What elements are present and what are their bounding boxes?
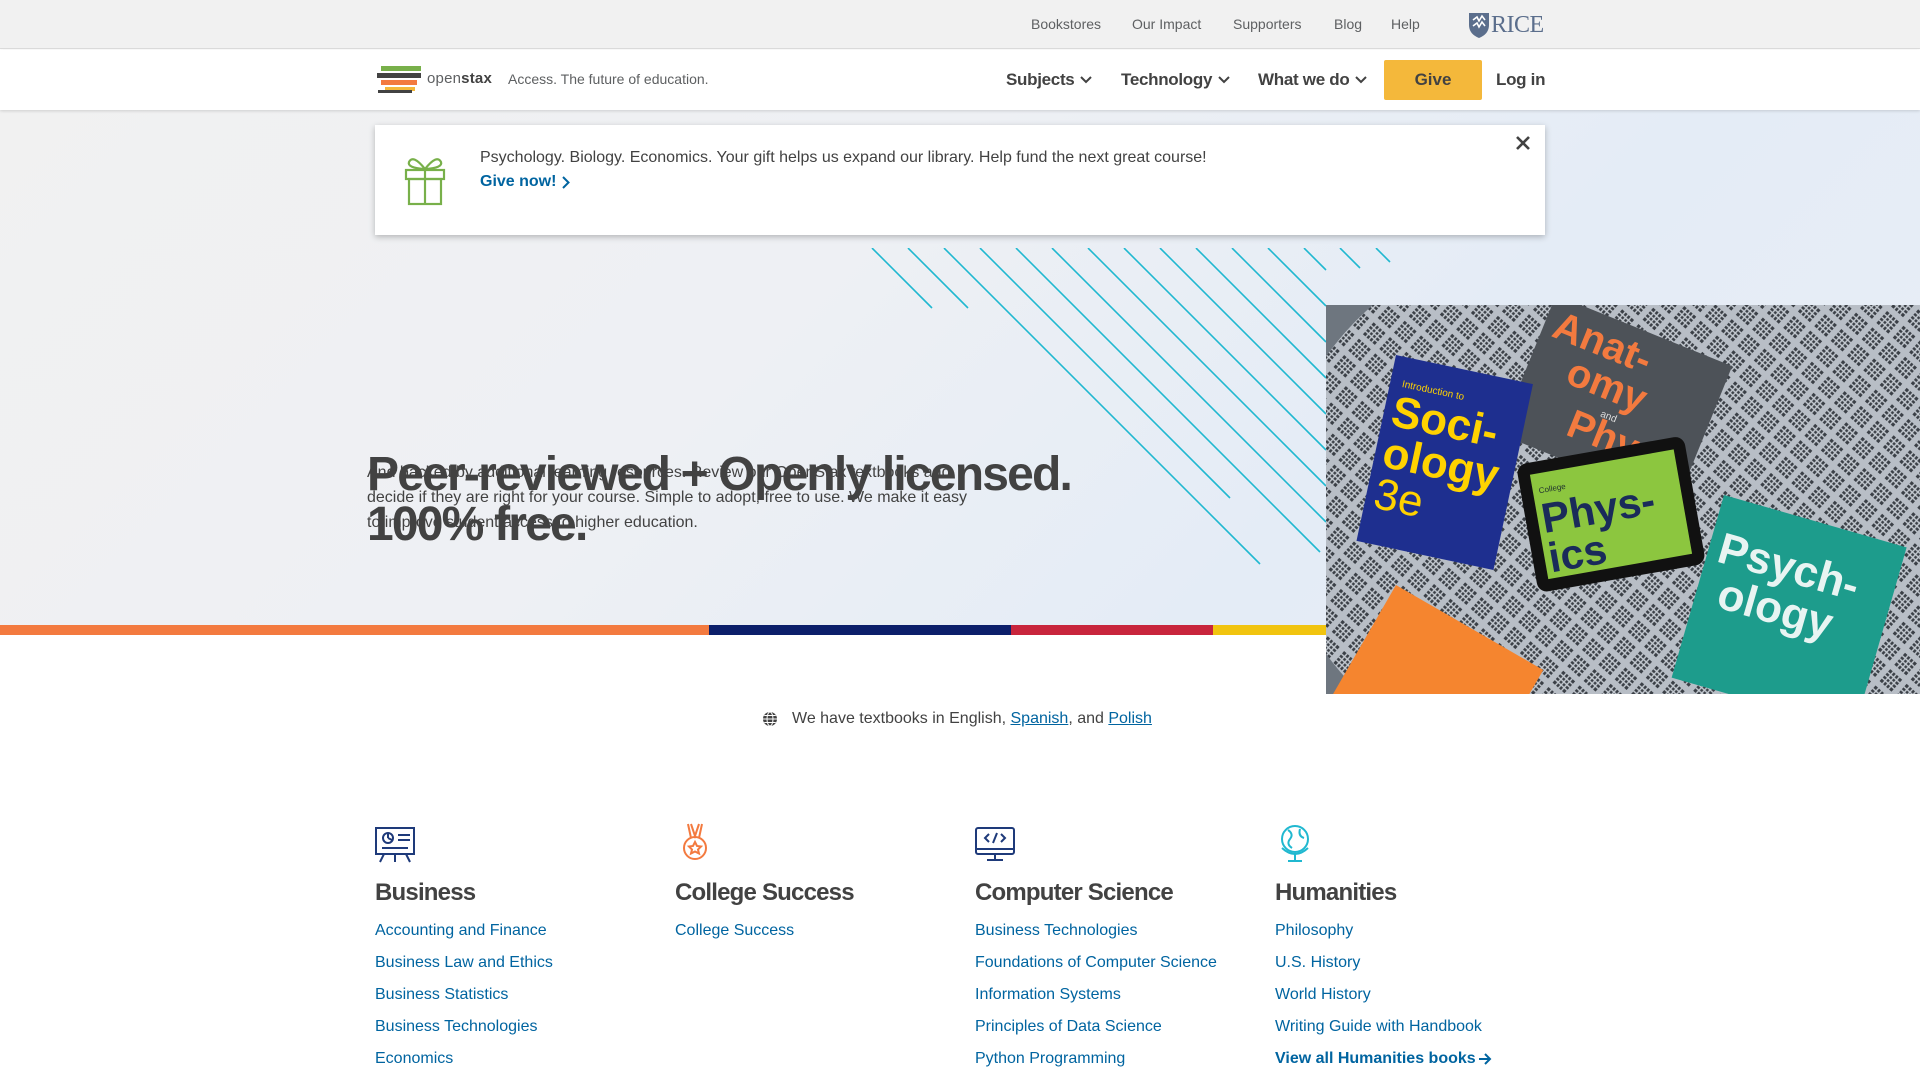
subject-column-computer-science: Computer Science Business Technologies F…: [975, 822, 1255, 1075]
view-all-humanities-link[interactable]: View all Humanities books: [1275, 1043, 1555, 1075]
subject-link[interactable]: Foundations of Computer Science: [975, 947, 1255, 979]
code-monitor-icon: [975, 827, 1015, 861]
subject-title: Humanities: [1275, 879, 1397, 906]
openstax-logo-icon[interactable]: [375, 64, 427, 94]
languages-middle: , and: [1068, 710, 1109, 727]
give-now-label: Give now!: [480, 173, 557, 190]
logo-stax-text: stax: [461, 70, 492, 87]
chevron-right-icon: [562, 175, 571, 189]
tagline: Access. The future of education.: [508, 71, 709, 87]
subject-title: Computer Science: [975, 879, 1174, 906]
subject-link[interactable]: Economics: [375, 1043, 655, 1075]
globe-icon: [1281, 825, 1309, 862]
subject-column-business: Business Accounting and Finance Business…: [375, 822, 655, 1075]
subject-link[interactable]: World History: [1275, 979, 1555, 1011]
subject-link[interactable]: Business Technologies: [975, 915, 1255, 947]
util-link-supporters[interactable]: Supporters: [1233, 16, 1301, 32]
hero-body: And backed by additional learning resour…: [367, 464, 967, 531]
util-link-help[interactable]: Help: [1391, 16, 1420, 32]
chevron-down-icon: [1355, 76, 1368, 84]
nav-subjects-label: Subjects: [1006, 70, 1075, 89]
subject-link[interactable]: College Success: [675, 915, 955, 947]
subject-link[interactable]: Business Statistics: [375, 979, 655, 1011]
subject-column-humanities: Humanities Philosophy U.S. History World…: [1275, 822, 1555, 1075]
languages-line: We have textbooks in English, Spanish , …: [762, 710, 1152, 728]
util-link-blog[interactable]: Blog: [1334, 16, 1362, 32]
subject-link[interactable]: Writing Guide with Handbook: [1275, 1011, 1555, 1043]
subject-title: College Success: [675, 879, 855, 906]
subject-link[interactable]: Philosophy: [1275, 915, 1555, 947]
color-bar-orange: [0, 625, 709, 635]
polish-link[interactable]: Polish: [1108, 710, 1152, 728]
subject-link[interactable]: Information Systems: [975, 979, 1255, 1011]
color-bar-navy: [709, 625, 1011, 635]
nav-technology-label: Technology: [1121, 70, 1213, 89]
subject-link[interactable]: Python Programming: [975, 1043, 1255, 1075]
login-link[interactable]: Log in: [1496, 70, 1545, 90]
util-link-bookstores[interactable]: Bookstores: [1031, 16, 1101, 32]
logo-open-text: open: [427, 70, 462, 87]
arrow-right-icon: [1478, 1053, 1492, 1065]
close-icon[interactable]: [1515, 135, 1531, 151]
util-link-our-impact[interactable]: Our Impact: [1132, 16, 1201, 32]
nav-technology[interactable]: Technology: [1121, 70, 1230, 90]
color-bar-red: [1011, 625, 1213, 635]
book-physics-ics: ics: [1545, 525, 1611, 581]
spanish-link[interactable]: Spanish: [1011, 710, 1069, 728]
rice-wordmark: RICE: [1491, 11, 1544, 38]
chevron-down-icon: [1218, 76, 1230, 84]
subject-link[interactable]: Principles of Data Science: [975, 1011, 1255, 1043]
nav-subjects[interactable]: Subjects: [1006, 70, 1093, 90]
utility-bar: Bookstores Our Impact Supporters Blog He…: [0, 0, 1920, 49]
textbooks-photo: Anat- omy and Physi- Introduction to Soc…: [1326, 305, 1920, 694]
rice-logo[interactable]: RICE: [1468, 10, 1544, 40]
main-nav: openstax Access. The future of education…: [0, 50, 1920, 110]
view-all-label: View all Humanities books: [1275, 1050, 1476, 1067]
banner-text: Psychology. Biology. Economics. Your gif…: [480, 149, 1207, 166]
subject-column-college-success: College Success College Success: [675, 822, 955, 947]
presentation-board-icon: [375, 827, 415, 863]
chevron-down-icon: [1080, 76, 1093, 84]
subject-link[interactable]: U.S. History: [1275, 947, 1555, 979]
donation-banner: Psychology. Biology. Economics. Your gif…: [375, 125, 1545, 235]
subject-link[interactable]: Accounting and Finance: [375, 915, 655, 947]
color-bar-yellow: [1213, 625, 1333, 635]
medal-icon: [683, 823, 707, 860]
give-now-link[interactable]: Give now!: [480, 173, 571, 191]
openstax-wordmark[interactable]: openstax: [427, 70, 492, 87]
gift-icon: [404, 158, 446, 206]
subject-link[interactable]: Business Technologies: [375, 1011, 655, 1043]
nav-what-we-do[interactable]: What we do: [1258, 70, 1368, 90]
globe-icon: [763, 711, 777, 727]
subject-title: Business: [375, 879, 476, 906]
give-button[interactable]: Give: [1384, 60, 1482, 100]
book-sociology-edition: 3e: [1370, 469, 1428, 527]
subject-link[interactable]: Business Law and Ethics: [375, 947, 655, 979]
languages-prefix: We have textbooks in English,: [792, 710, 1011, 727]
rice-shield-icon: [1469, 13, 1489, 38]
nav-what-we-do-label: What we do: [1258, 70, 1350, 89]
